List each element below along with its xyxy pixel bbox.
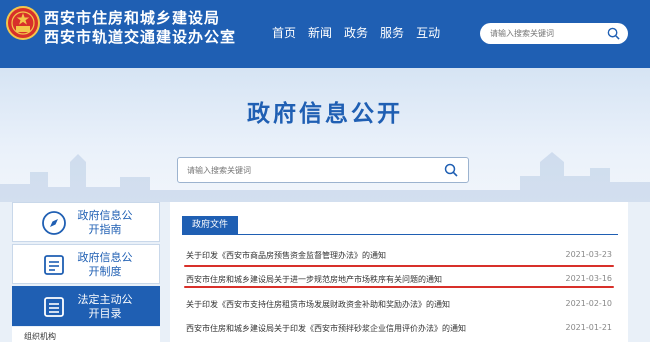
list-item[interactable]: 西安市住房和城乡建设局关于进一步规范房地产市场秩序有关问题的通知 2021-03… <box>182 270 618 290</box>
tab-government-documents[interactable]: 政府文件 <box>182 216 238 234</box>
nav-interaction[interactable]: 互动 <box>416 26 440 40</box>
sidebar-item-disclosure-catalog[interactable]: 法定主动公开目录 <box>12 286 160 326</box>
sidebar-subitem-organization[interactable]: 组织机构 <box>12 327 160 342</box>
nav-government-affairs[interactable]: 政务 <box>344 26 368 40</box>
document-title[interactable]: 关于印发《西安市商品房预售资金监督管理办法》的通知 <box>186 250 386 261</box>
org-name-secondary[interactable]: 西安市轨道交通建设办公室 <box>44 29 236 46</box>
national-emblem-icon <box>6 6 40 40</box>
hero-banner: 政府信息公开 <box>0 68 650 202</box>
sidebar-subitem-label: 组织机构 <box>24 332 56 341</box>
document-title[interactable]: 西安市住房和城乡建设局关于印发《西安市预拌砂浆企业信用评价办法》的通知 <box>186 323 466 334</box>
nav-services[interactable]: 服务 <box>380 26 404 40</box>
document-date: 2021-02-10 <box>565 299 613 308</box>
list-item[interactable]: 关于印发《西安市支持住房租赁市场发展财政资金补助和奖励办法》的通知 2021-0… <box>182 295 618 315</box>
search-icon[interactable] <box>607 27 620 40</box>
document-date: 2021-01-21 <box>565 323 613 332</box>
main-search-input[interactable] <box>187 163 427 178</box>
document-icon <box>44 255 64 275</box>
search-icon[interactable] <box>444 163 458 177</box>
documents-panel: 政府文件 关于印发《西安市商品房预售资金监督管理办法》的通知 2021-03-2… <box>170 202 628 342</box>
site-header: 西安市住房和城乡建设局 西安市轨道交通建设办公室 首页 新闻 政务 服务 互动 <box>0 0 650 68</box>
document-title[interactable]: 西安市住房和城乡建设局关于进一步规范房地产市场秩序有关问题的通知 <box>186 274 442 285</box>
main-nav: 首页 新闻 政务 服务 互动 <box>272 26 440 40</box>
org-name-primary[interactable]: 西安市住房和城乡建设局 <box>44 10 220 27</box>
list-item[interactable]: 关于印发《西安市商品房预售资金监督管理办法》的通知 2021-03-23 <box>182 246 618 267</box>
nav-news[interactable]: 新闻 <box>308 26 332 40</box>
page-title: 政府信息公开 <box>247 101 403 127</box>
list-item[interactable]: 西安市住房和城乡建设局关于印发《西安市预拌砂浆企业信用评价办法》的通知 2021… <box>182 319 618 339</box>
header-search-box <box>480 23 628 44</box>
sidebar-item-disclosure-system[interactable]: 政府信息公开制度 <box>12 244 160 284</box>
main-search-box <box>177 157 469 183</box>
highlight-underline <box>184 286 614 288</box>
highlight-underline <box>184 265 614 267</box>
sidebar-item-label: 法定主动公开目录 <box>77 293 133 320</box>
header-search-input[interactable] <box>490 26 600 41</box>
sidebar-item-disclosure-guide[interactable]: 政府信息公开指南 <box>12 202 160 242</box>
nav-home[interactable]: 首页 <box>272 26 296 40</box>
section-divider <box>182 234 618 235</box>
compass-icon <box>42 211 66 235</box>
sidebar-item-label: 政府信息公开制度 <box>77 251 133 278</box>
list-icon <box>44 297 64 317</box>
sidebar-item-label: 政府信息公开指南 <box>77 209 133 236</box>
document-date: 2021-03-23 <box>565 250 613 259</box>
document-title[interactable]: 关于印发《西安市支持住房租赁市场发展财政资金补助和奖励办法》的通知 <box>186 299 450 310</box>
document-date: 2021-03-16 <box>565 274 613 283</box>
